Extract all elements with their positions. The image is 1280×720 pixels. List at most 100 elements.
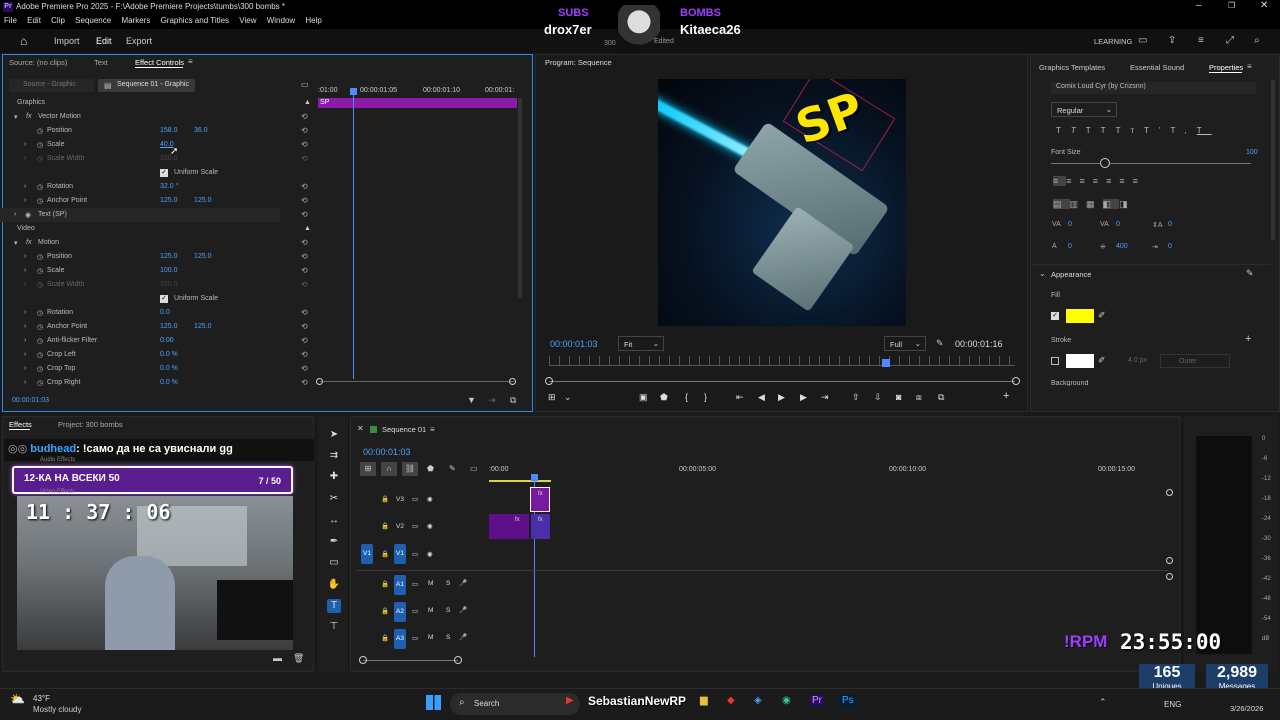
menu-graphics[interactable]: Graphics and Titles — [161, 16, 229, 25]
fill-checkbox[interactable]: ✓ — [1051, 312, 1059, 320]
timeline-zoom-right[interactable] — [454, 656, 462, 664]
stroke-add-icon[interactable]: + — [1245, 333, 1251, 345]
caps-icon[interactable]: TT — [1086, 126, 1116, 135]
type-tool-icon[interactable]: T — [327, 599, 341, 613]
expand-icon[interactable]: ▾ — [14, 113, 18, 121]
weather-temp[interactable]: 43°F — [33, 694, 50, 703]
crop-top-value[interactable]: 0.0 % — [160, 365, 178, 372]
tab-project[interactable]: Project: 300 bombs — [58, 420, 123, 429]
menu-view[interactable]: View — [239, 16, 256, 25]
justify-right-icon[interactable]: ≡ — [1119, 176, 1132, 186]
timeline-timecode[interactable]: 00:00:01:03 — [363, 447, 411, 457]
export-tab[interactable]: Export — [126, 36, 152, 46]
a2-button[interactable]: A2 — [394, 602, 406, 622]
timeline-zoom-left[interactable] — [359, 656, 367, 664]
lift-icon[interactable]: ⇧ — [852, 392, 860, 403]
appearance-chevron-icon[interactable]: ⌄ — [1039, 269, 1046, 278]
date-display[interactable]: 3/26/2026 — [1230, 704, 1263, 713]
reset-icon[interactable]: ⟲ — [301, 182, 308, 191]
expand-icon[interactable]: › — [24, 141, 26, 148]
a3-mic-icon[interactable]: 🎤 — [459, 633, 467, 641]
a-scroll-handle-1[interactable] — [1166, 573, 1173, 580]
stroke-swatch[interactable] — [1066, 354, 1094, 368]
export-frame-icon[interactable]: ▣ — [639, 392, 648, 403]
stopwatch-icon[interactable]: ◷ — [37, 337, 43, 345]
learning-tab[interactable]: LEARNING — [1094, 37, 1132, 46]
reset-icon[interactable]: ⟲ — [301, 322, 308, 331]
reset-icon[interactable]: ⟲ — [301, 126, 308, 135]
full-dropdown[interactable]: Full ⌄ — [884, 336, 926, 351]
antiflicker-value[interactable]: 0.00 — [160, 337, 174, 344]
panel-menu-icon[interactable]: ≡ — [188, 57, 193, 66]
windows-start-icon[interactable] — [426, 695, 441, 710]
multicam-icon[interactable]: ⧉ — [938, 392, 944, 403]
a2-solo[interactable]: S — [446, 607, 450, 614]
clip-v2-b[interactable]: fx — [531, 514, 550, 539]
v1-lock-icon[interactable]: 🔒 — [381, 550, 389, 558]
ec-clip-bar[interactable] — [318, 98, 517, 108]
program-playhead[interactable] — [882, 359, 890, 367]
sequence-graphic-chip[interactable]: Sequence 01 - Graphic — [98, 79, 195, 92]
vm-position-y[interactable]: 36.0 — [194, 127, 208, 134]
v2-eye-icon[interactable]: ◉ — [427, 522, 433, 530]
minimize-button[interactable]: – — [1196, 0, 1202, 11]
fill-swatch[interactable] — [1066, 309, 1094, 323]
mark-out-icon[interactable]: } — [704, 392, 707, 402]
reset-icon[interactable]: ⟲ — [301, 112, 308, 121]
reset-icon[interactable]: ⟲ — [301, 364, 308, 373]
expand-icon[interactable]: › — [24, 183, 26, 190]
reset-icon[interactable]: ⟲ — [301, 196, 308, 205]
text-sp-reset-icon[interactable]: ⟲ — [301, 210, 308, 219]
a2-sync-icon[interactable]: ▭ — [412, 607, 418, 615]
font-size-value[interactable]: 100 — [1246, 149, 1258, 156]
tab-essential-sound[interactable]: Essential Sound — [1130, 63, 1184, 72]
youtube-icon[interactable]: ▶ — [566, 695, 574, 706]
reset-icon[interactable]: ⟲ — [301, 378, 308, 386]
a2-lock-icon[interactable]: 🔒 — [381, 607, 389, 615]
a1-solo[interactable]: S — [446, 580, 450, 587]
v2-lock-icon[interactable]: 🔒 — [381, 522, 389, 530]
expand-icon[interactable]: ▾ — [14, 239, 18, 247]
sequence-tab-menu-icon[interactable]: ≡ — [430, 425, 435, 434]
vm-rotation-value[interactable]: 32.0 ° — [160, 183, 178, 190]
weather-icon[interactable]: ⛅ — [10, 692, 25, 706]
align-middle-icon[interactable]: ▥ — [1070, 199, 1087, 209]
add-button-icon[interactable]: + — [1003, 390, 1009, 402]
a1-sync-icon[interactable]: ▭ — [412, 580, 418, 588]
share-icon[interactable]: ⇪ — [1168, 35, 1176, 46]
clip-v2-a[interactable]: fx — [489, 514, 529, 539]
v1-eye-icon[interactable]: ◉ — [427, 550, 433, 558]
style-dropdown[interactable]: Regular ⌄ — [1051, 102, 1117, 117]
font-size-slider[interactable] — [1051, 163, 1251, 164]
photoshop-taskbar-icon[interactable]: Ps — [840, 695, 856, 706]
underline-icon[interactable]: T — [1197, 126, 1212, 135]
reset-icon[interactable]: ⟲ — [301, 266, 308, 275]
razor-tool-icon[interactable]: ✂ — [327, 492, 341, 506]
panel-menu-icon[interactable]: ≡ — [1247, 62, 1252, 71]
eyedropper-icon[interactable]: ✐ — [1098, 310, 1106, 321]
fit-dropdown[interactable]: Fit ⌄ — [618, 336, 664, 351]
tracking-value[interactable]: 0 — [1068, 221, 1072, 228]
italic-icon[interactable]: T — [1071, 126, 1086, 135]
chrome-icon[interactable]: ◉ — [782, 695, 791, 706]
baseline-value[interactable]: 0 — [1068, 243, 1072, 250]
stopwatch-icon[interactable]: ◷ — [37, 365, 43, 373]
program-ruler[interactable] — [549, 356, 1015, 366]
a2-mic-icon[interactable]: 🎤 — [459, 606, 467, 614]
reset-icon[interactable]: ⟲ — [301, 350, 308, 359]
play-icon[interactable]: ▶ — [778, 392, 785, 403]
subscript-icon[interactable]: T, — [1171, 126, 1197, 135]
track-select-tool-icon[interactable]: ⇉ — [327, 449, 341, 463]
ec-export-icon[interactable]: ⇥ — [488, 395, 496, 406]
add-marker-icon[interactable]: ⬟ — [427, 464, 434, 473]
stroke-checkbox[interactable] — [1051, 357, 1059, 365]
stopwatch-icon[interactable]: ◷ — [37, 379, 43, 386]
workspace-icon[interactable]: ▭ — [1138, 35, 1147, 46]
expand-icon[interactable]: › — [24, 379, 26, 386]
stopwatch-icon[interactable]: ◷ — [37, 351, 43, 359]
menu-edit[interactable]: Edit — [27, 16, 41, 25]
tab-properties[interactable]: Properties — [1209, 63, 1243, 72]
tab-effect-controls[interactable]: Effect Controls — [135, 58, 184, 67]
appearance-wrench-icon[interactable]: ✎ — [1246, 268, 1254, 279]
eyedropper-icon[interactable]: ✐ — [1098, 355, 1106, 366]
